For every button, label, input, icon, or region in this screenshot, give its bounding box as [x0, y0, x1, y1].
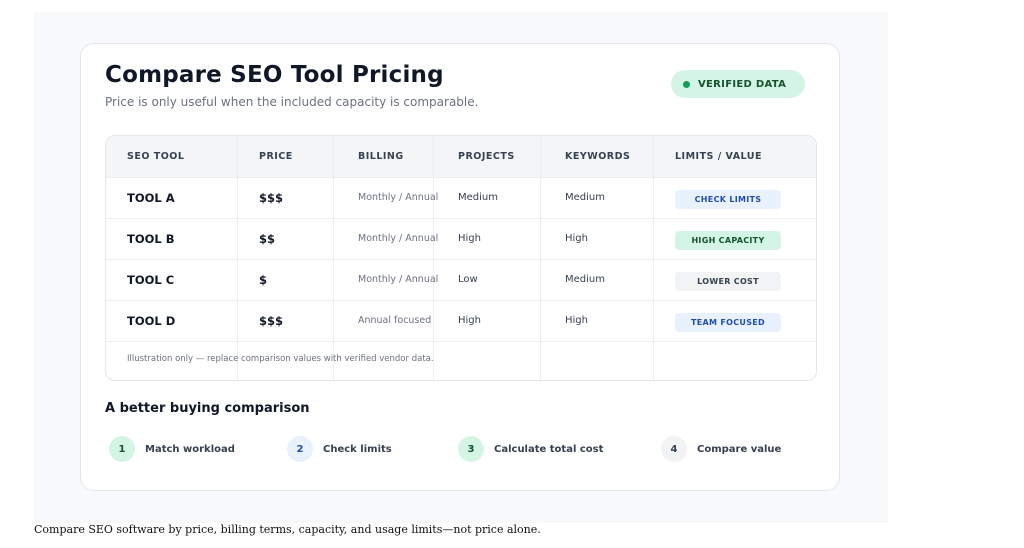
- step-item: 1 Match workload: [109, 435, 235, 463]
- tool-billing: Monthly / Annual: [358, 192, 439, 203]
- column-header-keywords: KEYWORDS: [565, 151, 631, 162]
- column-header-billing: BILLING: [358, 151, 404, 162]
- tool-price: $$: [259, 232, 276, 246]
- column-header-projects: PROJECTS: [458, 151, 515, 162]
- step-label: Check limits: [323, 443, 392, 455]
- tool-keywords: High: [565, 315, 588, 326]
- tool-projects: High: [458, 233, 481, 244]
- figure-background: Compare SEO Tool Pricing Price is only u…: [34, 12, 888, 523]
- tool-billing: Annual focused: [358, 315, 432, 326]
- tool-projects: Low: [458, 274, 478, 285]
- step-number: 4: [661, 436, 687, 462]
- page-title: Compare SEO Tool Pricing: [105, 62, 444, 88]
- table-row: TOOL A $$$ Monthly / Annual Medium Mediu…: [106, 177, 816, 218]
- buying-comparison-title: A better buying comparison: [105, 401, 310, 416]
- tool-name: TOOL B: [127, 232, 175, 246]
- table-row: TOOL D $$$ Annual focused High High TEAM…: [106, 300, 816, 341]
- tool-keywords: Medium: [565, 192, 605, 203]
- step-number: 3: [458, 436, 484, 462]
- step-number: 1: [109, 436, 135, 462]
- pricing-table: SEO TOOL PRICE BILLING PROJECTS KEYWORDS…: [105, 135, 817, 381]
- tool-projects: High: [458, 315, 481, 326]
- verified-badge: VERIFIED DATA: [671, 70, 805, 98]
- tool-billing: Monthly / Annual: [358, 274, 439, 285]
- tool-name: TOOL A: [127, 191, 175, 205]
- column-header-tool: SEO TOOL: [127, 151, 185, 162]
- tool-price: $$$: [259, 314, 284, 328]
- step-item: 3 Calculate total cost: [458, 435, 603, 463]
- step-number: 2: [287, 436, 313, 462]
- tool-name: TOOL C: [127, 273, 175, 287]
- table-row: TOOL B $$ Monthly / Annual High High HIG…: [106, 218, 816, 259]
- column-header-limits: LIMITS / VALUE: [675, 151, 762, 162]
- limit-tag: CHECK LIMITS: [675, 190, 781, 209]
- status-dot-icon: [683, 80, 690, 88]
- limit-tag: TEAM FOCUSED: [675, 313, 781, 332]
- step-label: Match workload: [145, 443, 235, 455]
- limit-tag: LOWER COST: [675, 272, 781, 291]
- tool-billing: Monthly / Annual: [358, 233, 439, 244]
- table-footnote: Illustration only — replace comparison v…: [127, 354, 434, 364]
- step-label: Calculate total cost: [494, 443, 604, 455]
- tool-price: $$$: [259, 191, 284, 205]
- pricing-card: Compare SEO Tool Pricing Price is only u…: [80, 43, 840, 491]
- step-item: 2 Check limits: [287, 435, 392, 463]
- tool-name: TOOL D: [127, 314, 176, 328]
- verified-badge-label: VERIFIED DATA: [698, 78, 787, 90]
- tool-price: $: [259, 273, 268, 287]
- step-label: Compare value: [697, 443, 782, 455]
- tool-keywords: High: [565, 233, 588, 244]
- column-header-price: PRICE: [259, 151, 293, 162]
- limit-tag: HIGH CAPACITY: [675, 231, 781, 250]
- figure-caption: Compare SEO software by price, billing t…: [34, 523, 541, 536]
- step-item: 4 Compare value: [661, 435, 781, 463]
- page-subtitle: Price is only useful when the included c…: [105, 95, 479, 109]
- tool-keywords: Medium: [565, 274, 605, 285]
- table-header: SEO TOOL PRICE BILLING PROJECTS KEYWORDS…: [106, 136, 816, 177]
- tool-projects: Medium: [458, 192, 498, 203]
- table-row: TOOL C $ Monthly / Annual Low Medium LOW…: [106, 259, 816, 300]
